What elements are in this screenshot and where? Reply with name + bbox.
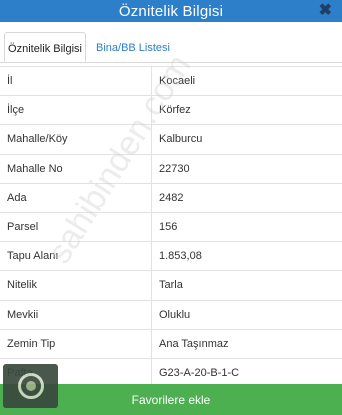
table-row: Zemin Tip Ana Taşınmaz [0, 328, 342, 358]
attribute-table: İl Kocaeli İlçe Körfez Mahalle/Köy Kalburcu… [0, 66, 342, 388]
dialog-title: Öznitelik Bilgisi [118, 2, 224, 20]
row-value: G23-A-20-B-1-C [159, 366, 240, 379]
row-key: Zemin Tip [0, 329, 152, 358]
tab-bar: Öznitelik Bilgisi Bina/BB Listesi [0, 22, 342, 63]
row-key: Nitelik [0, 271, 152, 300]
table-row: Ada 2482 [0, 182, 342, 212]
row-key: Ada [0, 183, 152, 212]
row-key: Mahalle/Köy [0, 125, 152, 154]
tab-attribute-info[interactable]: Öznitelik Bilgisi [4, 32, 86, 62]
row-value: 156 [159, 221, 178, 234]
row-value: Ana Taşınmaz [159, 337, 229, 350]
close-icon[interactable]: ✖ [319, 2, 332, 20]
row-key: İlçe [0, 96, 152, 125]
table-row: Mevkii Oluklu [0, 299, 342, 329]
table-row: Parsel 156 [0, 211, 342, 242]
row-key: Mevkii [0, 300, 152, 329]
table-row: Mahalle No 22730 [0, 153, 342, 183]
row-key: Parsel [0, 212, 152, 242]
row-value: Oluklu [159, 308, 191, 321]
table-row: Mahalle/Köy Kalburcu [0, 124, 342, 154]
row-value: 1.853,08 [159, 250, 202, 263]
row-key: İl [0, 67, 152, 96]
row-value: 22730 [159, 162, 190, 175]
tab-building-list[interactable]: Bina/BB Listesi [96, 32, 170, 62]
table-row: İlçe Körfez [0, 95, 342, 125]
row-value: Tarla [159, 279, 183, 292]
row-value: Kalburcu [159, 133, 203, 146]
emblem-icon [17, 373, 44, 399]
row-value: Körfez [159, 104, 191, 117]
row-key: Mahalle No [0, 154, 152, 183]
table-row: Tapu Alanı 1.853,08 [0, 241, 342, 271]
table-row: Nitelik Tarla [0, 270, 342, 300]
dialog-header: Öznitelik Bilgisi ✖ [0, 0, 342, 22]
add-to-favorites-label: Favorilere ekle [131, 392, 211, 407]
row-key: Tapu Alanı [0, 242, 152, 271]
row-value: Kocaeli [159, 75, 196, 88]
row-value: 2482 [159, 191, 184, 204]
logo-badge [3, 364, 58, 408]
table-row: İl Kocaeli [0, 66, 342, 96]
